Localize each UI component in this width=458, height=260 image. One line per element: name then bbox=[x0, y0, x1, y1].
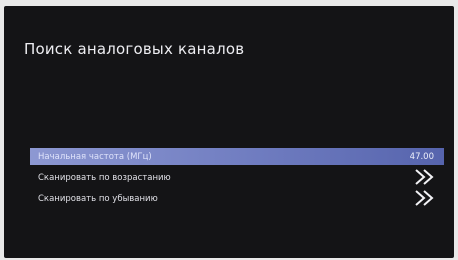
page-title: Поиск аналоговых каналов bbox=[24, 40, 245, 58]
double-chevron-right-icon bbox=[415, 190, 434, 206]
menu-item-start-frequency[interactable]: Начальная частота (МГц) 47.00 bbox=[30, 148, 444, 165]
menu-item-scan-down[interactable]: Сканировать по убыванию bbox=[30, 190, 444, 207]
tv-screen: Поиск аналоговых каналов Начальная часто… bbox=[4, 6, 454, 258]
menu-item-scan-up[interactable]: Сканировать по возрастанию bbox=[30, 169, 444, 186]
menu-item-label: Начальная частота (МГц) bbox=[38, 151, 152, 162]
menu-item-label: Сканировать по возрастанию bbox=[38, 172, 171, 183]
menu-item-label: Сканировать по убыванию bbox=[38, 193, 158, 204]
double-chevron-right-icon bbox=[415, 169, 434, 185]
frequency-value: 47.00 bbox=[409, 151, 434, 162]
